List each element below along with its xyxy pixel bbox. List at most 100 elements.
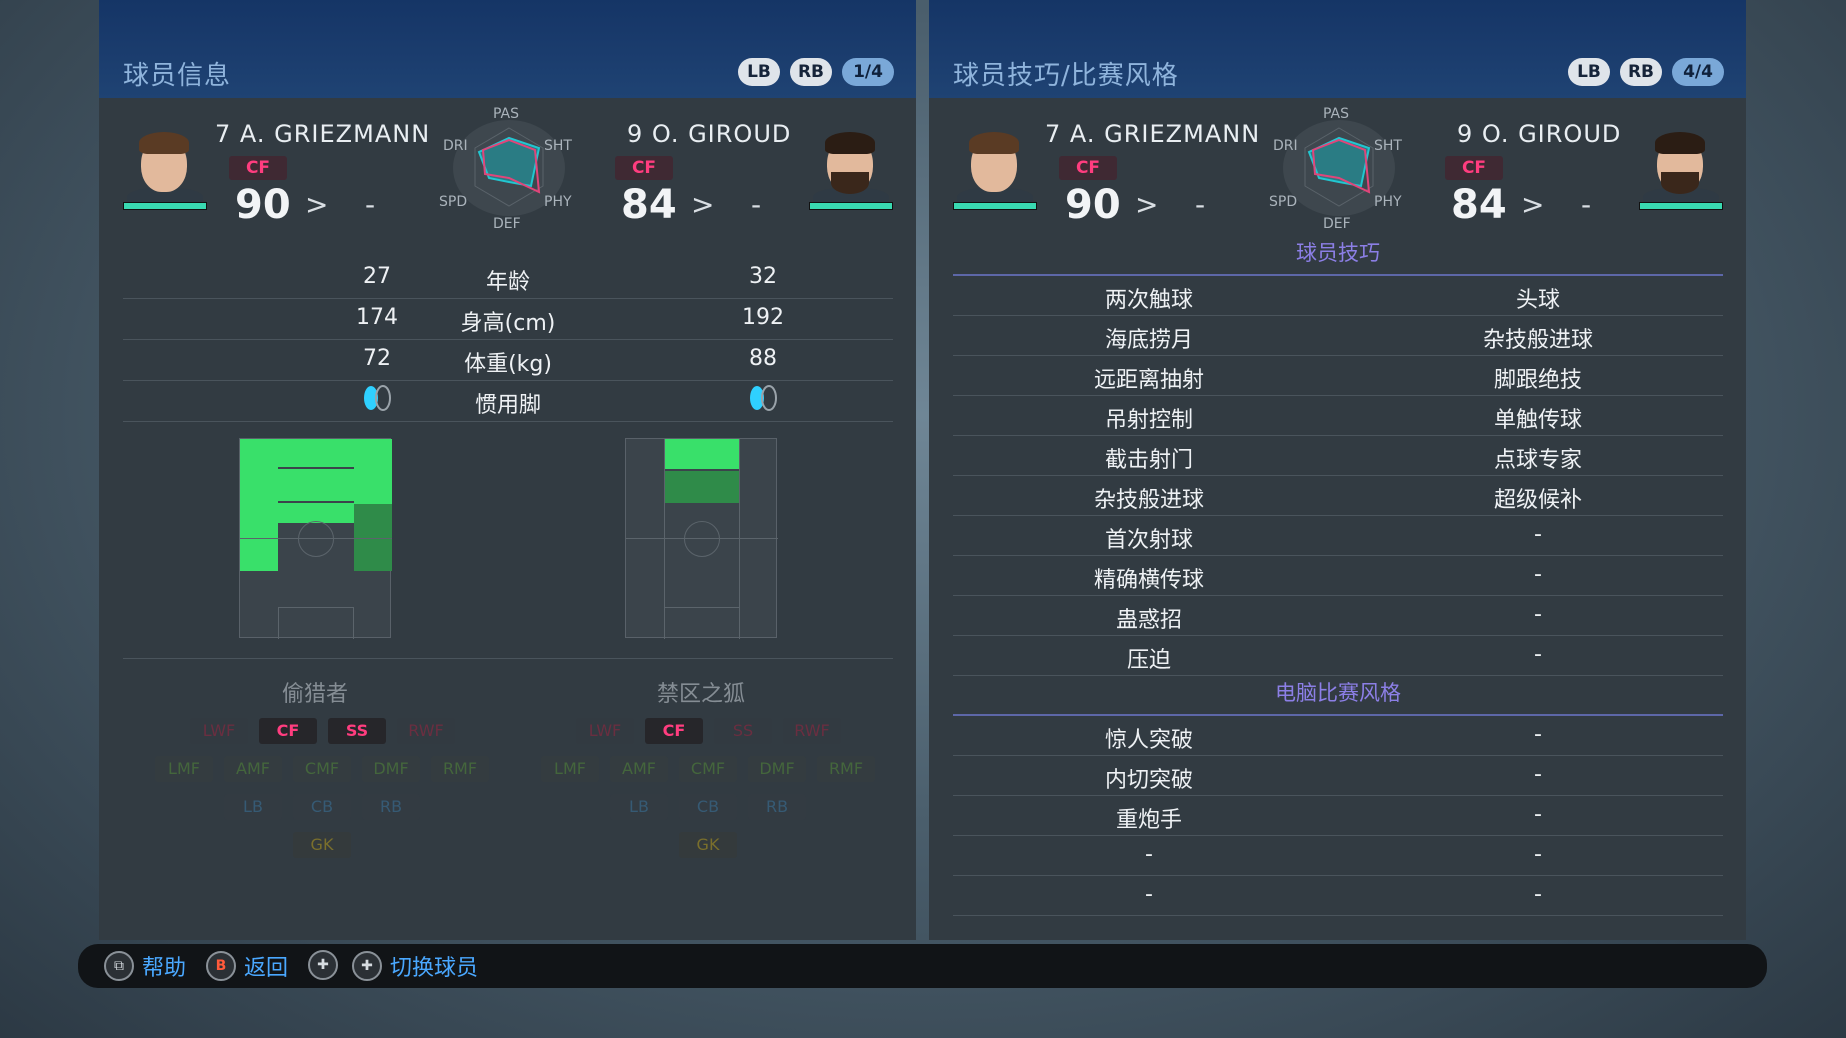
- view-button-icon: ⧉: [104, 951, 134, 981]
- player2-skill: -: [1534, 522, 1542, 547]
- pos-rb: RB: [748, 794, 806, 820]
- radar-label-dri: DRI: [1273, 138, 1298, 154]
- player1-position-badge: CF: [1059, 156, 1117, 180]
- help-hint[interactable]: ⧉ 帮助: [104, 950, 186, 982]
- radar-label-pas: PAS: [1323, 106, 1350, 122]
- player2-foot-icon: [703, 383, 823, 423]
- skill-row: 吊射控制 单触传球: [953, 396, 1723, 436]
- dpad-hint[interactable]: ✚: [308, 950, 338, 980]
- pos-lb: LB: [224, 794, 282, 820]
- player1-ai-style: -: [1145, 882, 1153, 907]
- player1-skill: 两次触球: [1104, 288, 1193, 313]
- pos-dmf: DMF: [748, 756, 806, 782]
- skill-row: 远距离抽射 脚跟绝技: [953, 356, 1723, 396]
- skill-row: 海底捞月 杂技般进球: [953, 316, 1723, 356]
- ai-style-row: 重炮手 -: [953, 796, 1723, 836]
- player1-skill: 精确横传球: [1093, 568, 1204, 593]
- player2-skill: 脚跟绝技: [1493, 368, 1582, 393]
- radar-label-sht: SHT: [1374, 138, 1402, 154]
- radar-label-sht: SHT: [544, 138, 572, 154]
- panel-header: 球员信息 LB RB 1/4: [99, 0, 916, 98]
- pos-amf: AMF: [224, 756, 282, 782]
- player2-position-badge: CF: [615, 156, 673, 180]
- pos-rwf: RWF: [783, 718, 841, 744]
- back-label: 返回: [244, 956, 289, 981]
- player2-skill: 单触传球: [1493, 408, 1582, 433]
- rb-button[interactable]: RB: [1620, 58, 1662, 86]
- skill-row: 杂技般进球 超级候补: [953, 476, 1723, 516]
- rb-button[interactable]: RB: [790, 58, 832, 86]
- panel-title: 球员信息: [123, 61, 232, 91]
- stat-row-age: 27 年龄 32: [123, 258, 893, 299]
- player2-playing-style: 禁区之狐: [656, 682, 745, 707]
- button-hints-bar: ⧉ 帮助 B 返回 ✚ ✚ 切换球员: [78, 944, 1767, 988]
- player1-avatar[interactable]: [123, 130, 207, 210]
- player2-new-rating: -: [1581, 188, 1592, 221]
- switch-player-hint[interactable]: ✚ 切换球员: [352, 950, 478, 982]
- player1-name: 7 A. GRIEZMANN: [1045, 120, 1261, 148]
- player2-ai-style: -: [1534, 802, 1542, 827]
- player1-position-grid: LWF CF SS RWF LMF AMF CMF DMF RMF LB CB …: [155, 718, 489, 858]
- pos-rwf: RWF: [397, 718, 455, 744]
- radar-label-pas: PAS: [493, 106, 520, 122]
- help-label: 帮助: [142, 956, 187, 981]
- player2-ai-style: -: [1534, 762, 1542, 787]
- pos-lmf: LMF: [541, 756, 599, 782]
- pos-gk: GK: [293, 832, 351, 858]
- skill-row: 首次射球 -: [953, 516, 1723, 556]
- pos-rb: RB: [362, 794, 420, 820]
- radar-label-phy: PHY: [1374, 194, 1402, 210]
- player2-rating: 84: [621, 182, 677, 228]
- player2-ai-style: -: [1534, 882, 1542, 907]
- stat-row-foot: 惯用脚: [123, 381, 893, 422]
- player2-avatar[interactable]: [1639, 130, 1723, 210]
- page-controls: LB RB 1/4: [738, 58, 894, 86]
- player1-skill: 杂技般进球: [1093, 488, 1204, 513]
- skill-row: 截击射门 点球专家: [953, 436, 1723, 476]
- player1-skill: 远距离抽射: [1093, 368, 1204, 393]
- stat-label-foot: 惯用脚: [474, 393, 541, 418]
- pos-rmf: RMF: [431, 756, 489, 782]
- radar-label-dri: DRI: [443, 138, 468, 154]
- player-compare-header: 7 A. GRIEZMANN CF 90 > - PAS SHT PHY DEF…: [99, 106, 916, 232]
- stats-table: 27 年龄 32 174 身高(cm) 192 72 体重(kg) 88 惯用脚: [123, 258, 893, 422]
- player2-skill: 杂技般进球: [1482, 328, 1593, 353]
- pos-ss: SS: [328, 718, 386, 744]
- back-hint[interactable]: B 返回: [206, 950, 288, 982]
- player2-skill: -: [1534, 642, 1542, 667]
- player2-avatar[interactable]: [809, 130, 893, 210]
- player2-new-rating: -: [751, 188, 762, 221]
- pos-ss: SS: [714, 718, 772, 744]
- player2-arrow: >: [1521, 188, 1545, 221]
- player1-condition-bar: [123, 202, 207, 210]
- player1-skill: 首次射球: [1104, 528, 1193, 553]
- player1-condition-bar: [953, 202, 1037, 210]
- player1-avatar[interactable]: [953, 130, 1037, 210]
- page-controls: LB RB 4/4: [1568, 58, 1724, 86]
- pos-cmf: CMF: [293, 756, 351, 782]
- player2-position-map: [625, 438, 778, 639]
- player1-skill: 蛊惑招: [1115, 608, 1182, 633]
- skill-row: 蛊惑招 -: [953, 596, 1723, 636]
- pos-amf: AMF: [610, 756, 668, 782]
- player1-new-rating: -: [1195, 188, 1206, 221]
- skills-section-header: 球员技巧: [953, 236, 1723, 276]
- player2-height: 192: [742, 305, 784, 330]
- radar-label-spd: SPD: [439, 194, 468, 210]
- pos-cmf: CMF: [679, 756, 737, 782]
- player1-skill: 截击射门: [1104, 448, 1193, 473]
- player1-skill: 吊射控制: [1104, 408, 1193, 433]
- player2-age: 32: [749, 264, 777, 289]
- pos-cf: CF: [259, 718, 317, 744]
- pos-lmf: LMF: [155, 756, 213, 782]
- player1-arrow: >: [1135, 188, 1159, 221]
- player2-rating: 84: [1451, 182, 1507, 228]
- lb-button[interactable]: LB: [1568, 58, 1610, 86]
- pos-lwf: LWF: [576, 718, 634, 744]
- player2-name: 9 O. GIROUD: [627, 120, 792, 148]
- player2-skill: 超级候补: [1493, 488, 1582, 513]
- player2-condition-bar: [1639, 202, 1723, 210]
- lb-button[interactable]: LB: [738, 58, 780, 86]
- pos-cf: CF: [645, 718, 703, 744]
- panel-title: 球员技巧/比赛风格: [953, 61, 1179, 91]
